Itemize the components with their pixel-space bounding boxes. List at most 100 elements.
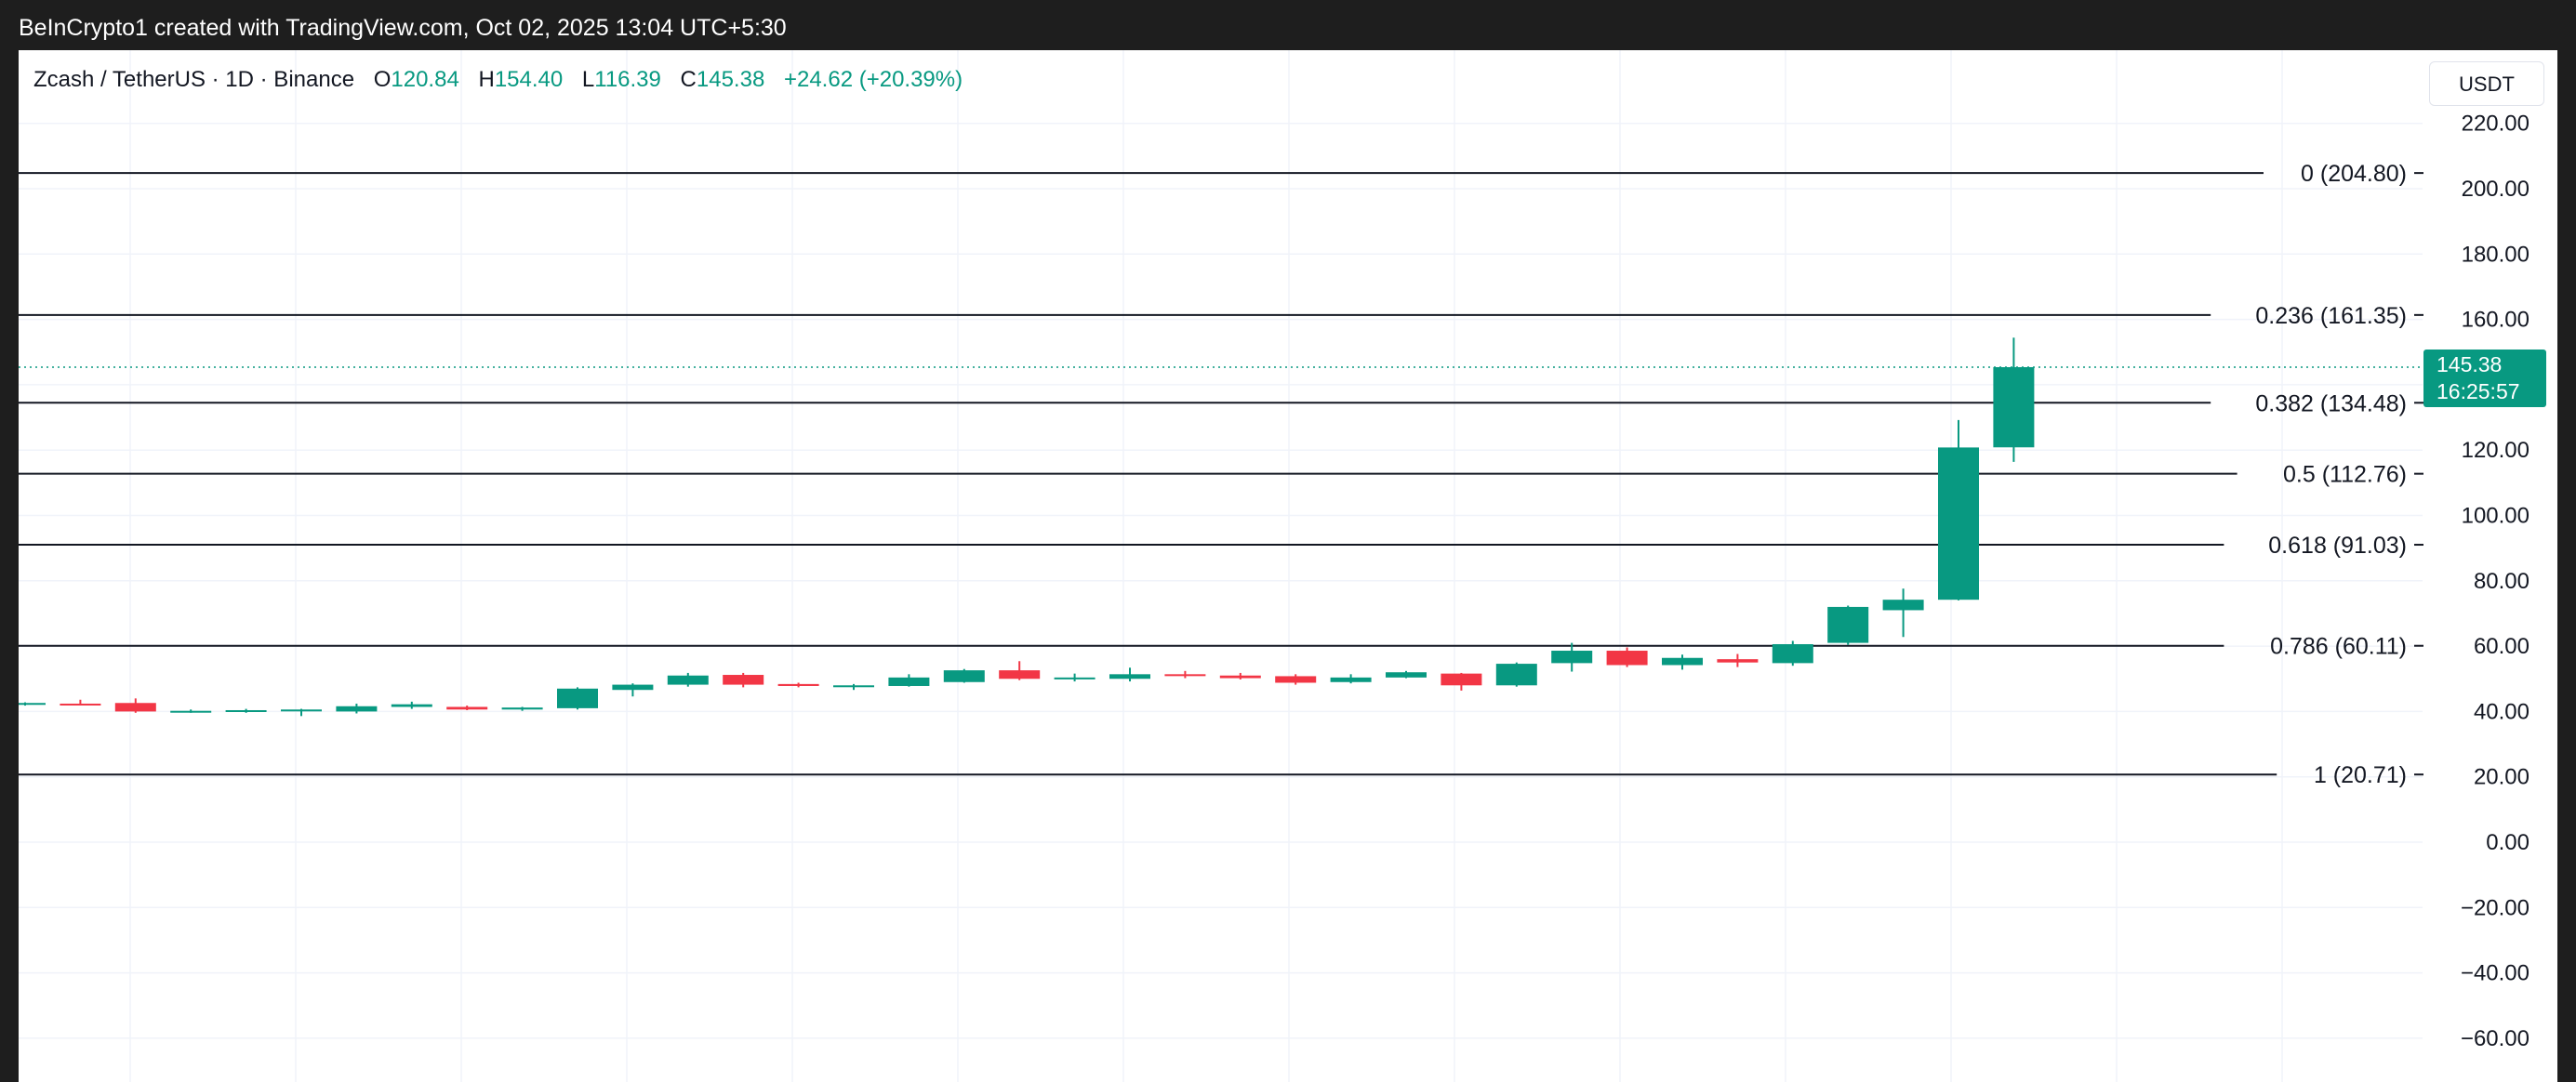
candle-body [1772, 643, 1813, 664]
y-tick-label: 20.00 [2474, 765, 2530, 790]
candle-body [1441, 673, 1482, 686]
candle [1219, 672, 1261, 680]
candle-body [501, 707, 543, 710]
fib-level-label: 0.618 (91.03) [2268, 533, 2407, 559]
candle-body [60, 703, 101, 706]
last-price-value: 145.38 [2437, 352, 2503, 376]
high-label: H [478, 67, 495, 92]
fib-level-label: 0.786 (60.11) [2270, 634, 2407, 660]
candle [1386, 670, 1427, 679]
y-tick-label: 220.00 [2462, 112, 2530, 137]
candle-body [1275, 676, 1317, 683]
candle-body [1054, 677, 1095, 680]
candle [1441, 672, 1482, 691]
candle-body [1330, 677, 1372, 682]
candle [723, 672, 764, 688]
candle [1330, 674, 1372, 684]
candle-body [723, 675, 764, 685]
symbol-title[interactable]: Zcash / TetherUS · 1D · Binance [33, 67, 354, 92]
candles [19, 337, 2035, 717]
y-tick-label: 100.00 [2462, 504, 2530, 529]
candle [1551, 642, 1593, 672]
y-tick-label: 0.00 [2486, 830, 2530, 855]
fibonacci-retracement[interactable]: 0 (204.80) 0.236 (161.35) 0.382 (134.48) 0.… [19, 161, 2423, 788]
candle [1054, 673, 1095, 682]
change-value: +24.62 (+20.39%) [783, 67, 963, 92]
candle [1109, 667, 1150, 682]
candle [557, 687, 598, 710]
candle [777, 682, 819, 688]
chart-panel[interactable]: 0 (204.80) 0.236 (161.35) 0.382 (134.48) 0.… [19, 50, 2557, 1082]
fib-level-label: 0.5 (112.76) [2283, 462, 2407, 488]
candle [612, 683, 654, 697]
open-value: 120.84 [391, 67, 459, 92]
price-axis[interactable]: 220.00200.00180.00160.00140.00120.00100.… [2461, 112, 2530, 1051]
low-value: 116.39 [594, 67, 661, 92]
candle-countdown: 16:25:57 [2437, 379, 2520, 403]
candle-body [667, 675, 709, 685]
open-label: O [373, 67, 392, 92]
candle [446, 706, 488, 710]
grid [19, 50, 2423, 1082]
candle-body [114, 703, 156, 712]
candle-body [1993, 366, 2035, 448]
candle-body [225, 709, 267, 712]
candle-body [446, 706, 488, 710]
candle-body [1717, 659, 1759, 663]
close-value: 145.38 [696, 67, 765, 92]
candle [281, 708, 322, 717]
candle [667, 672, 709, 687]
candle [501, 706, 543, 711]
candle-body [391, 704, 432, 707]
candle-body [170, 710, 212, 713]
candle-body [1551, 651, 1593, 664]
candle-body [557, 688, 598, 708]
candle-body [943, 670, 985, 682]
y-tick-label: 180.00 [2462, 242, 2530, 267]
candle [1882, 588, 1924, 638]
candle [1606, 647, 1648, 667]
candle [225, 708, 267, 713]
y-tick-label: 40.00 [2474, 699, 2530, 724]
candle [391, 701, 432, 709]
fib-level-label: 1 (20.71) [2314, 762, 2407, 788]
y-tick-label: 80.00 [2474, 569, 2530, 594]
candle [1275, 674, 1317, 685]
fib-level-label: 0.382 (134.48) [2255, 390, 2407, 416]
high-value: 154.40 [494, 67, 564, 92]
y-tick-label: 120.00 [2462, 438, 2530, 463]
candle-body [1495, 664, 1537, 686]
candle [19, 702, 46, 706]
currency-button[interactable]: USDT [2429, 61, 2544, 106]
candle [943, 668, 985, 683]
candle-body [1882, 600, 1924, 611]
candle [60, 699, 101, 706]
candle [1495, 662, 1537, 687]
y-tick-label: 200.00 [2462, 177, 2530, 202]
symbol-legend: Zcash / TetherUS · 1D · Binance O120.84 … [33, 67, 963, 93]
fib-level-label: 0.236 (161.35) [2255, 303, 2407, 329]
price-chart[interactable]: 0 (204.80) 0.236 (161.35) 0.382 (134.48) 0.… [19, 50, 2557, 1082]
candle-body [336, 706, 378, 712]
last-price-tag: 145.38 16:25:57 [2423, 350, 2546, 407]
candle-body [833, 685, 874, 688]
close-label: C [680, 67, 697, 92]
candle-body [1827, 606, 1869, 643]
candle-body [612, 684, 654, 691]
candle-body [1109, 674, 1150, 680]
candle [1993, 337, 2035, 462]
candle-body [1938, 447, 1979, 600]
candle [1827, 605, 1869, 645]
candle [1662, 654, 1703, 670]
candle-body [19, 703, 46, 706]
candle [1938, 419, 1979, 600]
low-label: L [581, 67, 595, 92]
candle-body [1386, 672, 1427, 678]
candle [114, 698, 156, 713]
candle [999, 661, 1041, 680]
y-tick-label: 160.00 [2462, 308, 2530, 333]
candle-body [1164, 674, 1206, 677]
candle-body [888, 677, 930, 686]
candle [833, 683, 874, 691]
candle [1772, 640, 1813, 666]
